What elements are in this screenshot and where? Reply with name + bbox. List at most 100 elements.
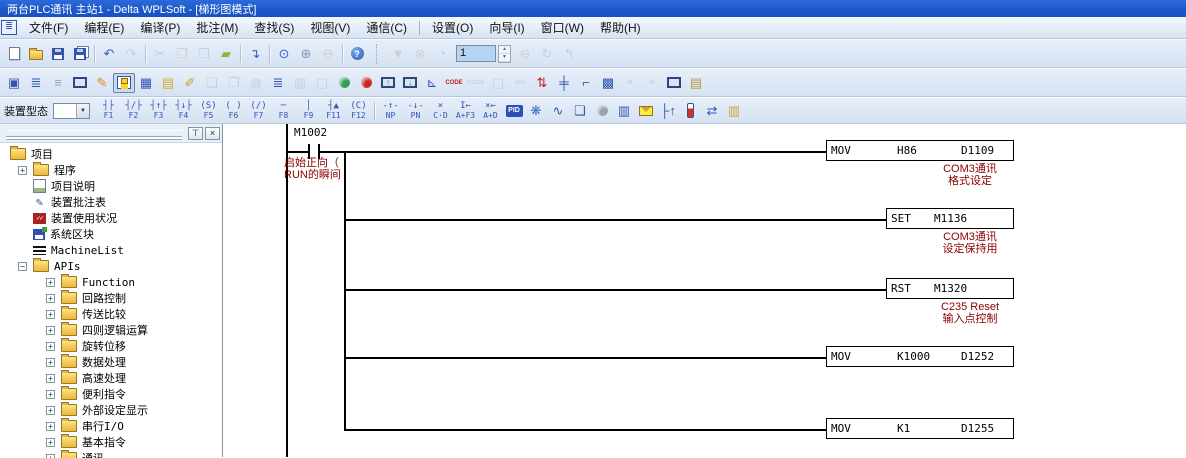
step-io-button[interactable]: ⇄ (701, 101, 723, 121)
stop-plc-button[interactable] (355, 73, 377, 93)
device-type-combobox[interactable]: ▼ (53, 103, 90, 119)
tree-item[interactable]: +旋转位移 (0, 338, 222, 354)
tree-item[interactable]: 项目 (0, 146, 222, 162)
f3-rising-button[interactable]: ┤↑├F3 (146, 98, 171, 123)
spin-down-icon[interactable]: ▼ (499, 54, 510, 62)
collapse-icon[interactable]: − (18, 262, 27, 271)
copy-button[interactable]: ❐ (171, 44, 193, 64)
tree-item[interactable]: +程序 (0, 162, 222, 178)
edit-monitor-button[interactable]: ▼ (387, 44, 409, 64)
tree-item[interactable]: 系统区块 (0, 226, 222, 242)
expand-icon[interactable]: + (46, 326, 55, 335)
tree-item[interactable]: +回路控制 (0, 290, 222, 306)
erase-button[interactable]: ▰ (215, 44, 237, 64)
f11-compare-button[interactable]: ┤▲F11 (321, 98, 346, 123)
bars-blue-button[interactable]: ▥ (613, 101, 635, 121)
network-config-button[interactable] (663, 73, 685, 93)
expand-icon[interactable]: + (18, 166, 27, 175)
tree-item[interactable]: 项目说明 (0, 178, 222, 194)
menu-view[interactable]: 视图(V) (302, 17, 358, 38)
bookmark-next-button[interactable]: ❒ (223, 73, 245, 93)
instruction-box[interactable]: MOV K1 D1255 (826, 418, 1014, 439)
cd-convert-button[interactable]: ×C·D (428, 98, 453, 123)
instruction-box[interactable]: MOV K1000 D1252 (826, 346, 1014, 367)
jump-back-button[interactable]: ↰ (558, 44, 580, 64)
mdi-child-icon[interactable]: ≣ (1, 20, 17, 35)
expand-icon[interactable]: + (46, 422, 55, 431)
instruction-box[interactable]: SET M1136 (886, 208, 1014, 229)
help-button[interactable]: ? (346, 44, 368, 64)
menu-program[interactable]: 编程(E) (76, 17, 132, 38)
stack-button[interactable]: ▤ (685, 73, 707, 93)
expand-icon[interactable]: + (46, 454, 55, 458)
refresh-button[interactable]: ↻ (536, 44, 558, 64)
pin-icon[interactable]: ⊤ (188, 127, 203, 140)
tree-item[interactable]: +高速处理 (0, 370, 222, 386)
panel-grip[interactable] (6, 130, 182, 137)
highlighter-button[interactable]: ✐ (179, 73, 201, 93)
download-view-button[interactable]: ▢ (487, 73, 509, 93)
undo-button[interactable]: ↶ (98, 44, 120, 64)
instruction-box[interactable]: RST M1320 (886, 278, 1014, 299)
cut-button[interactable]: ✂ (149, 44, 171, 64)
f8-hline-button[interactable]: ─F8 (271, 98, 296, 123)
online-mode-button[interactable]: ⊾ (421, 73, 443, 93)
expand-icon[interactable]: + (46, 310, 55, 319)
menu-settings[interactable]: 设置(O) (424, 17, 481, 38)
spin-value[interactable]: 1 (456, 45, 496, 62)
zoom-out-button[interactable]: ⊖ (317, 44, 339, 64)
f1-contact-button[interactable]: ┤├F1 (96, 98, 121, 123)
io-mode-button[interactable]: ▣ (3, 73, 25, 93)
tree-item[interactable]: +传送比较 (0, 306, 222, 322)
instruction-new-button[interactable]: ≡ (47, 73, 69, 93)
paste-button[interactable]: ❒ (193, 44, 215, 64)
ladder-hex-button[interactable]: ≣ (267, 73, 289, 93)
save-button[interactable] (47, 44, 69, 64)
tree-item[interactable]: +外部设定显示 (0, 402, 222, 418)
chevron-down-icon[interactable]: ▼ (76, 104, 89, 118)
scan-time-button[interactable]: ◔ (431, 44, 453, 64)
menu-window[interactable]: 窗口(W) (533, 17, 592, 38)
monitor-stop-button[interactable]: ⊗ (409, 44, 431, 64)
fireworks-wizard-button[interactable]: ❋ (525, 101, 547, 121)
redo-button[interactable]: ↷ (120, 44, 142, 64)
apf3-button[interactable]: I←A+F3 (453, 98, 478, 123)
scale-spinbox[interactable]: 1▲▼ (456, 45, 511, 63)
pause-button[interactable]: ⊖ (514, 44, 536, 64)
instruction-mode-button[interactable]: ▦ (135, 73, 157, 93)
copy-write-button[interactable]: ❏ (569, 101, 591, 121)
f9-vline-button[interactable]: │F9 (296, 98, 321, 123)
menu-wizard[interactable]: 向导(I) (481, 17, 532, 38)
tree-item[interactable]: ✎装置批注表 (0, 194, 222, 210)
expand-icon[interactable]: + (46, 390, 55, 399)
tree-item[interactable]: +基本指令 (0, 434, 222, 450)
row-compare-button[interactable]: ⇅ (531, 73, 553, 93)
comment-list-button[interactable]: ▤ (157, 73, 179, 93)
code-view-button[interactable]: CODE (465, 73, 487, 93)
code-check-button[interactable]: CODE (443, 73, 465, 93)
run-plc-button[interactable] (333, 73, 355, 93)
np-pulse-button[interactable]: -↑-NP (378, 98, 403, 123)
upload-program-button[interactable]: ↑ (377, 73, 399, 93)
menu-communication[interactable]: 通信(C) (358, 17, 415, 38)
edit-mode-button[interactable]: ✎ (91, 73, 113, 93)
expand-icon[interactable]: + (46, 294, 55, 303)
tree-item[interactable]: −APIs (0, 258, 222, 274)
simulator-button[interactable]: ▩ (597, 73, 619, 93)
zoom-in-button[interactable]: ⊕ (295, 44, 317, 64)
tree-item[interactable]: +Function (0, 274, 222, 290)
expand-icon[interactable]: + (46, 406, 55, 415)
expand-icon[interactable]: + (46, 374, 55, 383)
new-file-button[interactable] (3, 44, 25, 64)
mail-wizard-button[interactable] (635, 101, 657, 121)
goto-step-button[interactable]: ↴ (244, 44, 266, 64)
hint-lamp-button[interactable]: ◍ (245, 73, 267, 93)
bookmark-button[interactable]: ❑ (201, 73, 223, 93)
monitor-edit-button[interactable] (69, 73, 91, 93)
menu-help[interactable]: 帮助(H) (592, 17, 649, 38)
find-m-button[interactable]: M (619, 73, 641, 93)
tree-item[interactable]: +数据处理 (0, 354, 222, 370)
expand-icon[interactable]: + (46, 358, 55, 367)
tree-item[interactable]: MachineList (0, 242, 222, 258)
spin-up-icon[interactable]: ▲ (499, 46, 510, 54)
